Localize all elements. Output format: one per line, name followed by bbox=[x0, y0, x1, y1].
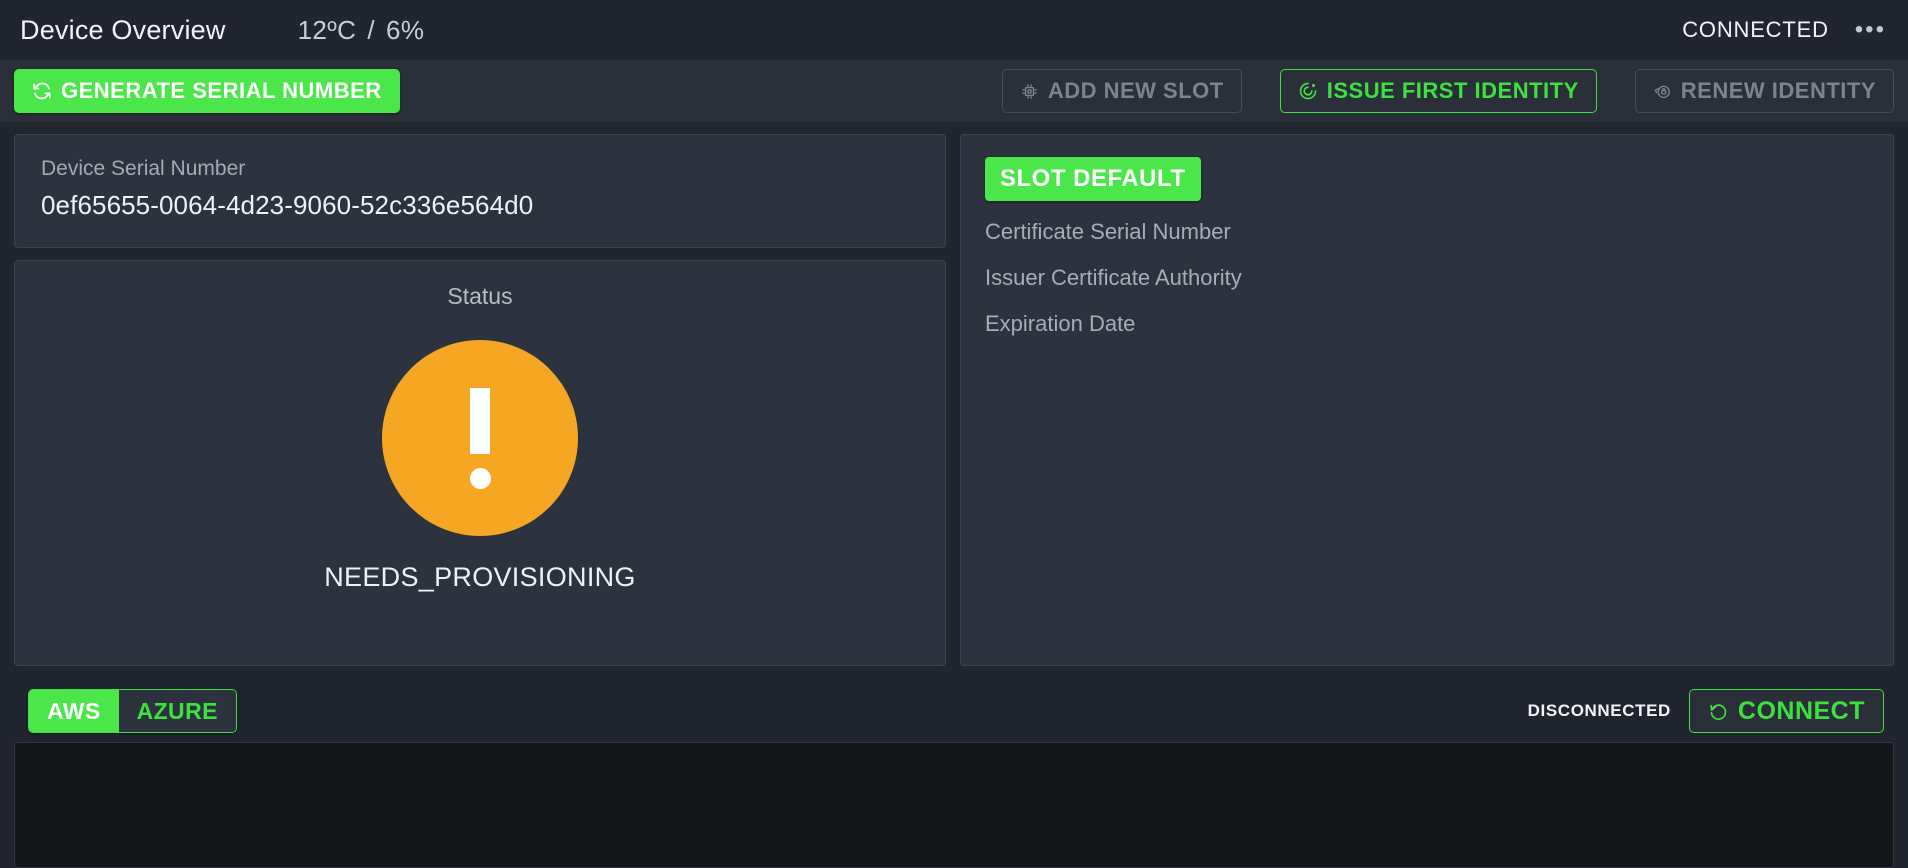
page-title: Device Overview bbox=[20, 14, 226, 45]
chip-icon bbox=[1020, 82, 1039, 101]
generate-serial-number-label: GENERATE SERIAL NUMBER bbox=[61, 78, 382, 103]
more-options-icon[interactable]: ••• bbox=[1855, 18, 1886, 42]
device-connection-status: CONNECTED bbox=[1682, 17, 1829, 42]
cloud-console-output bbox=[14, 742, 1894, 868]
action-toolbar: GENERATE SERIAL NUMBER ADD NEW SLOT ISSU… bbox=[0, 60, 1908, 122]
certificate-seal-icon bbox=[1298, 81, 1318, 101]
tab-azure-label: AZURE bbox=[136, 697, 218, 724]
app-header: Device Overview 12ºC / 6% CONNECTED ••• bbox=[0, 0, 1908, 60]
connect-button[interactable]: CONNECT bbox=[1688, 689, 1884, 733]
renew-identity-label: RENEW IDENTITY bbox=[1680, 78, 1876, 103]
status-caption: Status bbox=[447, 283, 513, 309]
issue-first-identity-label: ISSUE FIRST IDENTITY bbox=[1326, 78, 1579, 103]
certificate-serial-number-label: Certificate Serial Number bbox=[985, 219, 1231, 244]
temperature-value: 12ºC bbox=[297, 14, 357, 45]
slot-details-card: SLOT DEFAULT Certificate Serial Number I… bbox=[960, 134, 1894, 666]
metrics-separator: / bbox=[367, 14, 375, 45]
cloud-provider-tabs: AWS AZURE bbox=[28, 689, 237, 733]
issuer-certificate-authority-label: Issuer Certificate Authority bbox=[985, 265, 1242, 290]
main-content: Device Serial Number 0ef65655-0064-4d23-… bbox=[0, 122, 1908, 666]
expiration-date-label: Expiration Date bbox=[985, 311, 1136, 336]
status-value: NEEDS_PROVISIONING bbox=[324, 562, 636, 592]
generate-serial-number-button[interactable]: GENERATE SERIAL NUMBER bbox=[14, 69, 400, 113]
connect-label: CONNECT bbox=[1737, 696, 1865, 725]
warning-icon bbox=[382, 340, 578, 536]
cloud-connection-section: AWS AZURE DISCONNECTED CONNECT bbox=[0, 666, 1908, 868]
add-new-slot-label: ADD NEW SLOT bbox=[1047, 78, 1224, 103]
device-serial-value: 0ef65655-0064-4d23-9060-52c336e564d0 bbox=[41, 190, 534, 220]
slot-default-badge[interactable]: SLOT DEFAULT bbox=[985, 157, 1201, 201]
device-status-card: Status NEEDS_PROVISIONING bbox=[14, 260, 946, 666]
refresh-icon bbox=[32, 81, 52, 101]
device-serial-label: Device Serial Number bbox=[41, 157, 246, 180]
renew-lock-icon bbox=[1653, 82, 1672, 101]
cloud-connection-bar: AWS AZURE DISCONNECTED CONNECT bbox=[14, 680, 1894, 742]
humidity-value: 6% bbox=[385, 14, 425, 45]
exclamation-dot bbox=[469, 467, 491, 489]
rotate-icon bbox=[1708, 701, 1729, 722]
cloud-connection-state: DISCONNECTED bbox=[1527, 701, 1671, 720]
tab-aws-label: AWS bbox=[47, 697, 101, 724]
issue-first-identity-button[interactable]: ISSUE FIRST IDENTITY bbox=[1279, 69, 1597, 113]
tab-aws[interactable]: AWS bbox=[29, 690, 119, 732]
add-new-slot-button[interactable]: ADD NEW SLOT bbox=[1001, 69, 1242, 113]
device-serial-card: Device Serial Number 0ef65655-0064-4d23-… bbox=[14, 134, 946, 248]
renew-identity-button[interactable]: RENEW IDENTITY bbox=[1634, 69, 1894, 113]
right-column: SLOT DEFAULT Certificate Serial Number I… bbox=[960, 134, 1894, 666]
device-overview-app: Device Overview 12ºC / 6% CONNECTED ••• GE… bbox=[0, 0, 1908, 868]
left-column: Device Serial Number 0ef65655-0064-4d23-… bbox=[14, 134, 946, 666]
tab-azure[interactable]: AZURE bbox=[118, 690, 236, 732]
environment-metrics: 12ºC / 6% bbox=[298, 15, 425, 46]
exclamation-bar bbox=[470, 387, 490, 454]
